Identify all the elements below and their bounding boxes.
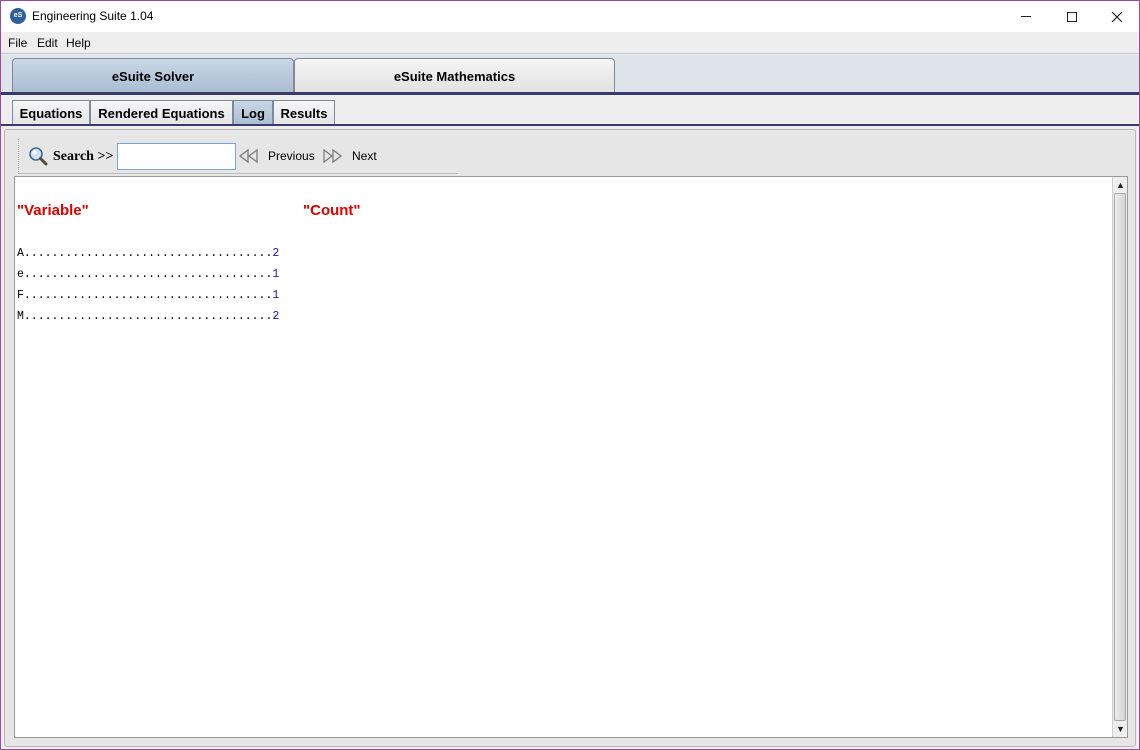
app-window: eS Engineering Suite 1.04 File Edit Help…: [0, 0, 1140, 750]
variable-name: F: [17, 289, 24, 302]
magnifier-icon: [29, 147, 48, 166]
log-row: M....................................2: [17, 310, 279, 326]
variable-count: 1: [272, 268, 280, 281]
variable-name: M: [17, 310, 24, 323]
sub-tab-divider: [1, 124, 1139, 126]
leader-dots: ....................................: [23, 268, 273, 281]
tab-esuite-mathematics[interactable]: eSuite Mathematics: [294, 58, 615, 93]
variable-name: A: [17, 247, 24, 260]
next-button[interactable]: Next: [352, 149, 377, 163]
menu-edit[interactable]: Edit: [37, 36, 58, 50]
menu-bar: File Edit Help: [1, 33, 1139, 54]
variable-column-header: "Variable": [17, 202, 89, 219]
title-bar: eS Engineering Suite 1.04: [1, 1, 1139, 32]
triangle-down-icon[interactable]: ▼: [1113, 722, 1128, 736]
tab-equations[interactable]: Equations: [12, 100, 90, 125]
window-title: Engineering Suite 1.04: [32, 9, 154, 23]
double-chevron-right-icon[interactable]: [321, 148, 343, 164]
tab-rendered-equations[interactable]: Rendered Equations: [90, 100, 233, 125]
maximize-button[interactable]: [1049, 1, 1095, 32]
tab-results[interactable]: Results: [273, 100, 335, 125]
minimize-icon: [1021, 16, 1031, 17]
log-row: e....................................1: [17, 268, 279, 284]
count-column-header: "Count": [303, 202, 361, 219]
menu-help[interactable]: Help: [66, 36, 91, 50]
leader-dots: ....................................: [23, 289, 273, 302]
close-button[interactable]: [1094, 1, 1139, 32]
variable-count: 1: [272, 289, 280, 302]
log-row: F....................................1: [17, 289, 279, 305]
log-row: A....................................2: [17, 247, 279, 263]
scroll-thumb[interactable]: [1114, 193, 1126, 721]
tab-log[interactable]: Log: [233, 100, 273, 125]
previous-button[interactable]: Previous: [268, 149, 315, 163]
double-chevron-left-icon[interactable]: [238, 148, 260, 164]
search-label: Search >>: [53, 149, 114, 164]
variable-name: e: [17, 268, 24, 281]
app-logo-icon: eS: [10, 8, 26, 24]
triangle-up-icon[interactable]: ▲: [1113, 178, 1128, 192]
variable-count: 2: [272, 247, 280, 260]
search-input[interactable]: [117, 143, 236, 170]
minimize-button[interactable]: [1003, 1, 1049, 32]
leader-dots: ....................................: [23, 247, 273, 260]
variable-count: 2: [272, 310, 280, 323]
tab-esuite-solver[interactable]: eSuite Solver: [12, 58, 294, 93]
menu-file[interactable]: File: [8, 36, 27, 50]
close-icon: [1111, 11, 1123, 22]
vertical-scrollbar[interactable]: ▲ ▼: [1112, 177, 1127, 737]
maximize-icon: [1067, 11, 1077, 22]
leader-dots: ....................................: [23, 310, 273, 323]
